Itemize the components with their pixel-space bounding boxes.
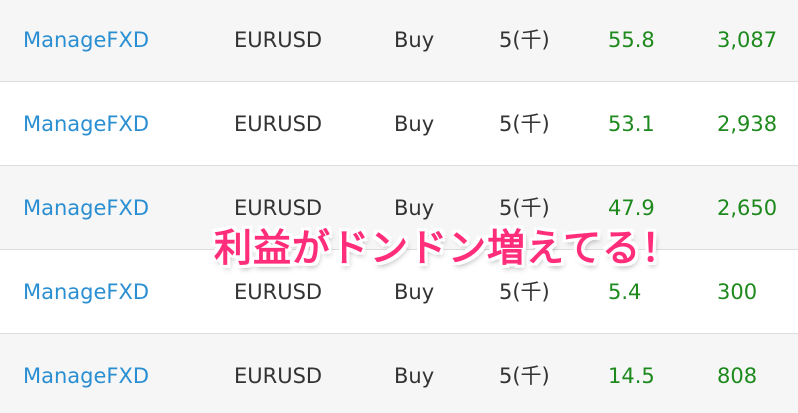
overlay-caption: 利益がドンドン増えてる！: [214, 226, 681, 270]
quantity: 5(千): [499, 364, 550, 388]
currency-pair: EURUSD: [234, 112, 323, 136]
profit-value: 2,938: [717, 112, 778, 136]
table-row: ManageFXD EURUSD Buy 5(千) 53.1 2,938: [0, 82, 798, 166]
profit-value: 808: [717, 364, 758, 388]
profit-value: 300: [717, 280, 758, 304]
pips-value: 53.1: [608, 112, 655, 136]
strategy-link[interactable]: ManageFXD: [23, 334, 149, 413]
quantity: 5(千): [499, 112, 550, 136]
quantity: 5(千): [499, 28, 550, 52]
trade-side: Buy: [394, 28, 435, 52]
strategy-link[interactable]: ManageFXD: [23, 250, 149, 334]
strategy-link[interactable]: ManageFXD: [23, 82, 149, 166]
table-row: ManageFXD EURUSD Buy 5(千) 14.5 808: [0, 334, 798, 413]
currency-pair: EURUSD: [234, 28, 323, 52]
profit-value: 2,650: [717, 196, 778, 220]
trade-side: Buy: [394, 364, 435, 388]
pips-value: 55.8: [608, 28, 655, 52]
strategy-link[interactable]: ManageFXD: [23, 166, 149, 250]
table-row: ManageFXD EURUSD Buy 5(千) 55.8 3,087: [0, 0, 798, 82]
positions-table: ManageFXD EURUSD Buy 5(千) 55.8 3,087 Man…: [0, 0, 798, 413]
trade-side: Buy: [394, 112, 435, 136]
pips-value: 14.5: [608, 364, 655, 388]
strategy-link[interactable]: ManageFXD: [23, 0, 149, 82]
currency-pair: EURUSD: [234, 364, 323, 388]
profit-value: 3,087: [717, 28, 778, 52]
